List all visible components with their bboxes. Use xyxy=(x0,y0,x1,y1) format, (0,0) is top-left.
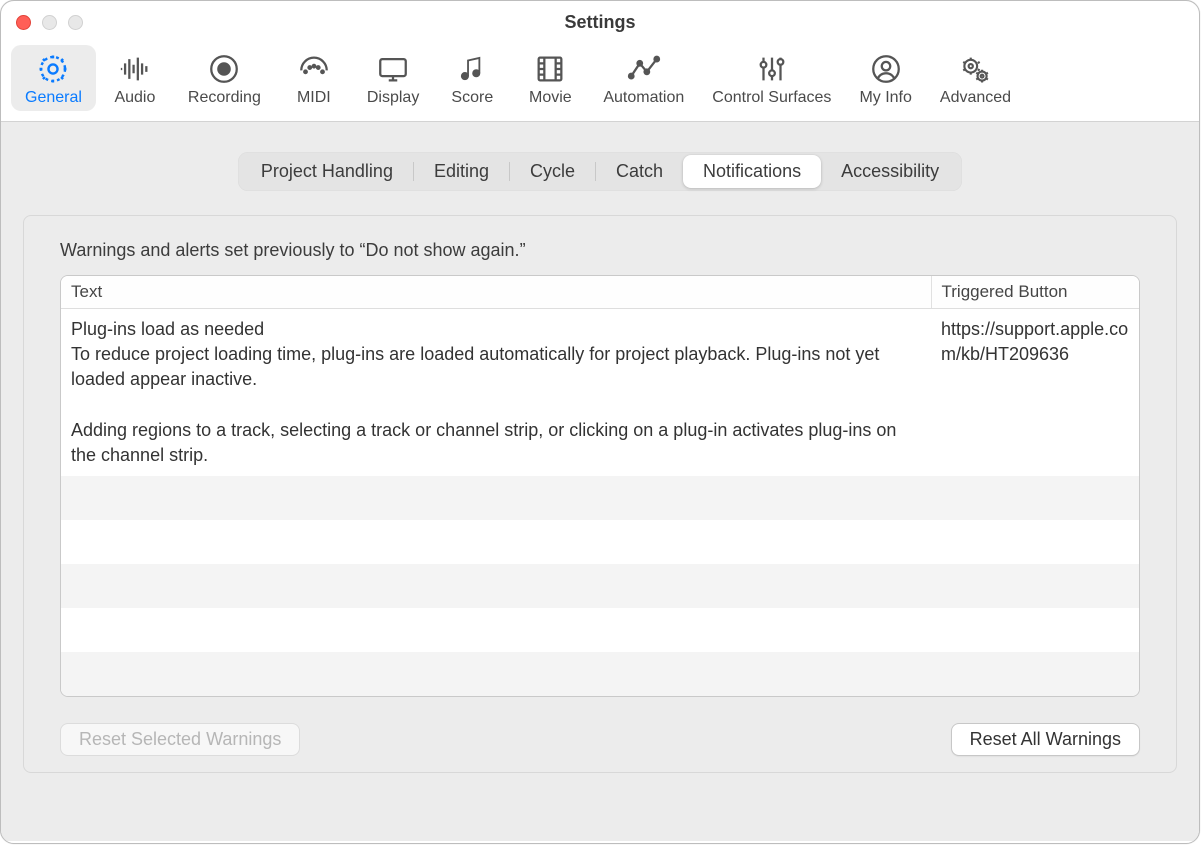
settings-window: Settings General Audio Recording MIDI xyxy=(0,0,1200,844)
table-row[interactable]: Plug-ins load as needed To reduce projec… xyxy=(61,309,1139,477)
toolbar-item-movie[interactable]: Movie xyxy=(511,45,589,111)
toolbar-item-midi[interactable]: MIDI xyxy=(275,45,353,111)
maximize-button[interactable] xyxy=(68,15,83,30)
gear-icon xyxy=(35,51,71,87)
music-notes-icon xyxy=(454,51,490,87)
cell-text: Plug-ins load as needed To reduce projec… xyxy=(61,309,931,477)
tab-project-handling[interactable]: Project Handling xyxy=(241,155,413,188)
toolbar-item-audio[interactable]: Audio xyxy=(96,45,174,111)
body-pane: Project Handling Editing Cycle Catch Not… xyxy=(1,121,1199,841)
minimize-button[interactable] xyxy=(42,15,57,30)
reset-all-button[interactable]: Reset All Warnings xyxy=(951,723,1140,756)
warnings-table: Text Triggered Button Plug-ins load as n… xyxy=(60,275,1140,697)
table-row[interactable] xyxy=(61,564,1139,608)
toolbar-item-control-surfaces[interactable]: Control Surfaces xyxy=(698,45,845,111)
reset-selected-button[interactable]: Reset Selected Warnings xyxy=(60,723,300,756)
titlebar: Settings xyxy=(1,1,1199,43)
notifications-panel: Warnings and alerts set previously to “D… xyxy=(23,215,1177,773)
record-icon xyxy=(206,51,242,87)
toolbar-item-automation[interactable]: Automation xyxy=(589,45,698,111)
display-icon xyxy=(375,51,411,87)
toolbar-item-display[interactable]: Display xyxy=(353,45,433,111)
toolbar-item-label: My Info xyxy=(859,89,911,107)
toolbar-item-label: Recording xyxy=(188,89,261,107)
toolbar-item-general[interactable]: General xyxy=(11,45,96,111)
midi-icon xyxy=(296,51,332,87)
window-title: Settings xyxy=(1,12,1199,33)
table-row[interactable] xyxy=(61,652,1139,696)
button-row: Reset Selected Warnings Reset All Warnin… xyxy=(60,723,1140,756)
toolbar-item-label: Advanced xyxy=(940,89,1011,107)
film-icon xyxy=(532,51,568,87)
tab-editing[interactable]: Editing xyxy=(414,155,509,188)
gears-icon xyxy=(957,51,993,87)
toolbar-item-label: Automation xyxy=(603,89,684,107)
toolbar-item-label: Movie xyxy=(529,89,572,107)
toolbar-item-advanced[interactable]: Advanced xyxy=(926,45,1025,111)
toolbar-item-label: Control Surfaces xyxy=(712,89,831,107)
toolbar-item-label: General xyxy=(25,89,82,107)
audio-wave-icon xyxy=(117,51,153,87)
column-header-triggered[interactable]: Triggered Button xyxy=(931,276,1139,309)
table-row[interactable] xyxy=(61,520,1139,564)
cell-triggered: https://support.apple.com/kb/HT209636 xyxy=(931,309,1139,477)
automation-icon xyxy=(626,51,662,87)
table-row[interactable] xyxy=(61,476,1139,520)
traffic-lights xyxy=(16,15,83,30)
toolbar-item-label: Score xyxy=(451,89,493,107)
sliders-icon xyxy=(754,51,790,87)
toolbar-item-my-info[interactable]: My Info xyxy=(845,45,925,111)
tab-accessibility[interactable]: Accessibility xyxy=(821,155,959,188)
close-button[interactable] xyxy=(16,15,31,30)
table-row[interactable] xyxy=(61,608,1139,652)
tab-cycle[interactable]: Cycle xyxy=(510,155,595,188)
tab-catch[interactable]: Catch xyxy=(596,155,683,188)
toolbar-item-label: MIDI xyxy=(297,89,331,107)
toolbar-item-label: Display xyxy=(367,89,419,107)
toolbar-item-recording[interactable]: Recording xyxy=(174,45,275,111)
toolbar: General Audio Recording MIDI Display xyxy=(1,43,1199,121)
subtabs: Project Handling Editing Cycle Catch Not… xyxy=(23,152,1177,191)
column-header-text[interactable]: Text xyxy=(61,276,931,309)
toolbar-item-label: Audio xyxy=(114,89,155,107)
tab-notifications[interactable]: Notifications xyxy=(683,155,821,188)
user-icon xyxy=(868,51,904,87)
toolbar-item-score[interactable]: Score xyxy=(433,45,511,111)
notifications-description: Warnings and alerts set previously to “D… xyxy=(60,240,1140,261)
segmented-control: Project Handling Editing Cycle Catch Not… xyxy=(238,152,962,191)
